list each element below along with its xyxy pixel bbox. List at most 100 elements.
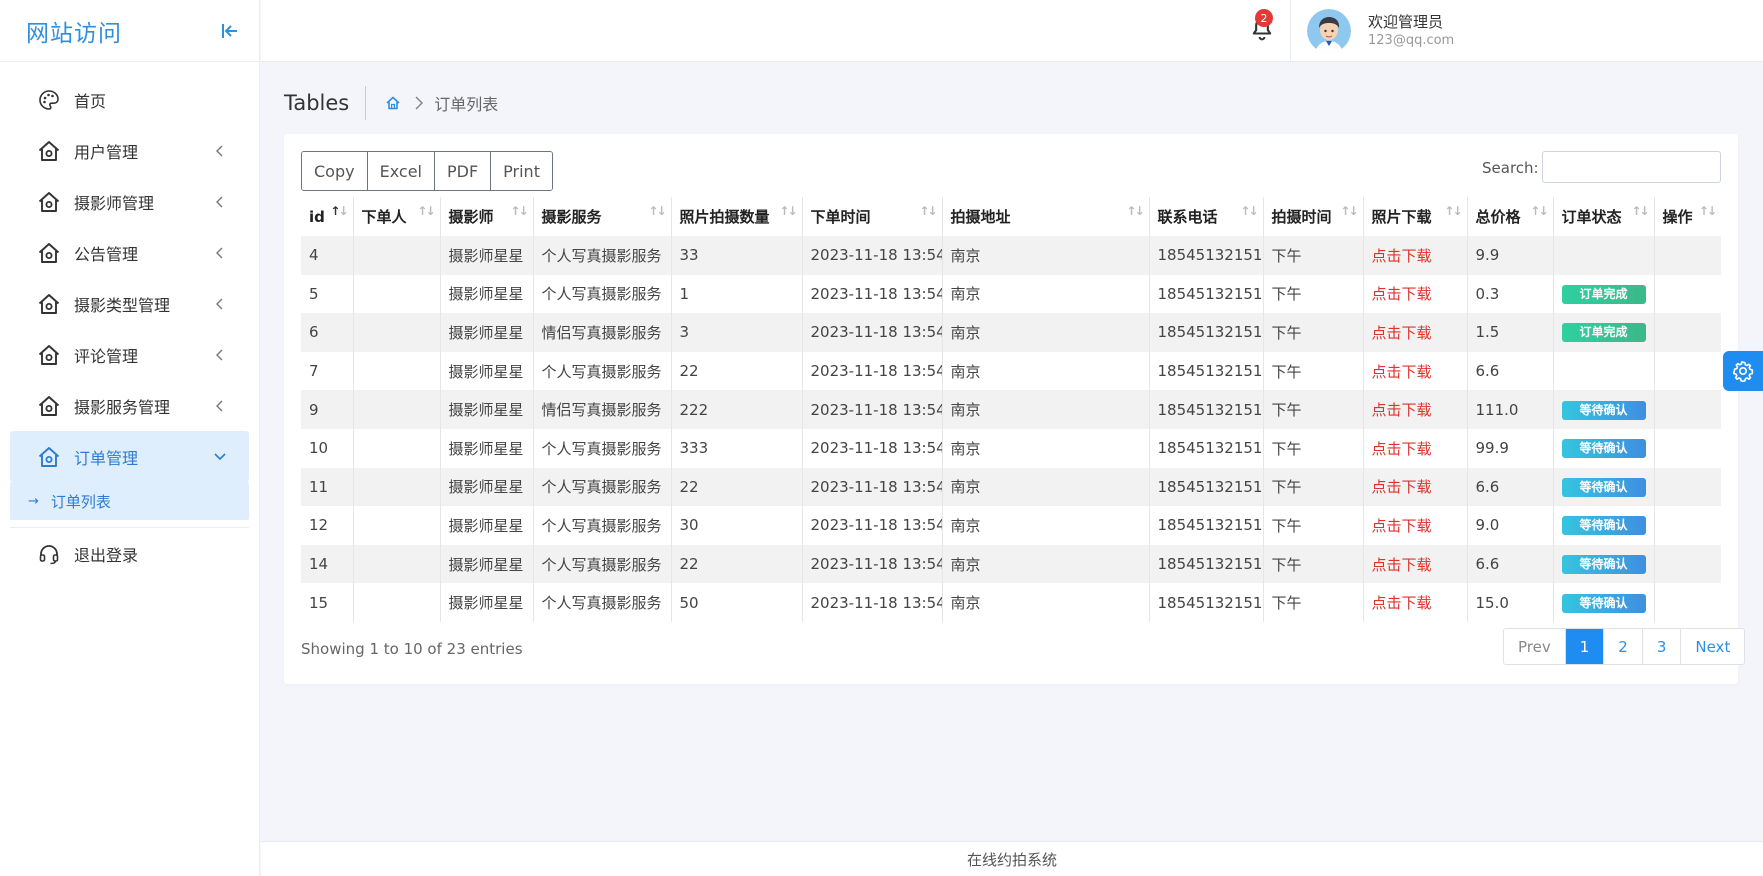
table-cell (352, 467, 440, 507)
column-header[interactable]: 拍摄地址 ↑↓ (941, 197, 1149, 236)
avatar[interactable] (1307, 9, 1351, 53)
cell-text: 10 (309, 439, 329, 458)
sort-icon[interactable]: ↑↓ (1530, 204, 1548, 218)
sort-icon[interactable]: ↑↓ (919, 204, 937, 218)
download-link[interactable]: 点击下载 (1372, 363, 1432, 381)
home-icon (36, 342, 62, 368)
sidebar-item-2[interactable]: 摄影师管理 (10, 176, 249, 227)
download-link[interactable]: 点击下载 (1372, 517, 1432, 535)
table-cell: 9 (301, 390, 353, 429)
cell-text: 个人写真摄影服务 (541, 362, 662, 381)
top-header (261, 0, 1763, 62)
table-cell: 3 (670, 313, 802, 352)
download-link[interactable]: 点击下载 (1372, 556, 1432, 574)
sidebar-item-label: 退出登录 (74, 545, 139, 565)
sidebar-item-5[interactable]: 评论管理 (10, 329, 249, 380)
print-button[interactable]: Print (491, 152, 552, 190)
sort-icon[interactable]: ↑↓ (1340, 204, 1358, 218)
cell-text: 摄影师星星 (448, 323, 524, 342)
page-button-1[interactable]: 1 (1565, 629, 1605, 664)
collapse-sidebar-icon[interactable] (219, 20, 241, 42)
sidebar-item-label: 摄影服务管理 (74, 397, 171, 417)
table-cell: 2023-11-18 13:54 (801, 544, 942, 584)
sidebar-item-7[interactable]: 订单管理 (10, 431, 249, 482)
sort-icon[interactable]: ↑↓ (1631, 204, 1649, 218)
cell-text: 1.5 (1475, 323, 1500, 342)
download-link[interactable]: 点击下载 (1372, 247, 1432, 265)
table-cell: 9.9 (1466, 236, 1553, 275)
chevron-left-icon (213, 399, 227, 413)
table-cell (1653, 506, 1721, 545)
sidebar-item-8[interactable]: 退出登录 (10, 528, 249, 579)
sort-icon[interactable]: ↑↓ (417, 204, 435, 218)
cell-text: 摄影师星星 (448, 401, 524, 420)
sort-icon[interactable]: ↑↓ (648, 204, 666, 218)
column-header[interactable]: 操作 ↑↓ (1653, 197, 1721, 236)
search-input[interactable] (1542, 151, 1721, 183)
column-header[interactable]: 拍摄时间 ↑↓ (1262, 197, 1363, 236)
page-button-3[interactable]: 3 (1642, 629, 1682, 664)
table-cell: 摄影师星星 (439, 274, 533, 314)
sort-icon[interactable]: ↑↓ (779, 204, 797, 218)
column-header[interactable]: id ↑↓ (301, 197, 353, 236)
cell-text: 12 (309, 516, 329, 535)
sort-icon[interactable]: ↑↓ (1699, 204, 1717, 218)
column-header[interactable]: 下单人 ↑↓ (352, 197, 440, 236)
submenu-item-order-list[interactable]: → 订单列表 (10, 482, 249, 520)
table-cell: 下午 (1262, 428, 1363, 468)
download-link[interactable]: 点击下载 (1372, 324, 1432, 342)
download-link[interactable]: 点击下载 (1372, 594, 1432, 612)
download-link[interactable]: 点击下载 (1372, 440, 1432, 458)
pdf-button[interactable]: PDF (434, 152, 492, 190)
cell-text: 5 (309, 284, 319, 303)
sort-icon[interactable]: ↑↓ (1240, 204, 1258, 218)
sort-icon[interactable]: ↑↓ (510, 204, 528, 218)
sort-icon[interactable]: ↑↓ (330, 204, 348, 218)
download-link[interactable]: 点击下载 (1372, 401, 1432, 419)
cell-text: 南京 (950, 516, 981, 535)
table-cell: 18545132151 (1148, 236, 1263, 275)
sidebar-item-3[interactable]: 公告管理 (10, 227, 249, 278)
download-link[interactable]: 点击下载 (1372, 285, 1432, 303)
orders-table-card: Copy Excel PDF Print Search: id ↑↓ 下单人 ↑↓ 摄影… (284, 134, 1746, 684)
sidebar-item-4[interactable]: 摄影类型管理 (10, 278, 249, 329)
column-header[interactable]: 订单状态 ↑↓ (1552, 197, 1654, 236)
column-header[interactable]: 总价格 ↑↓ (1466, 197, 1553, 236)
cell-text: 18545132151 (1157, 323, 1263, 342)
settings-gear-icon[interactable] (1723, 351, 1763, 391)
table-cell: 22 (670, 351, 802, 391)
table-cell (1653, 351, 1721, 391)
cell-text: 摄影师星星 (448, 516, 524, 535)
table-cell: 下午 (1262, 467, 1363, 507)
sidebar-item-0[interactable]: 首页 (10, 74, 249, 125)
table-cell: 摄影师星星 (439, 236, 533, 275)
download-link[interactable]: 点击下载 (1372, 478, 1432, 496)
cell-text: 下午 (1271, 246, 1302, 265)
column-header[interactable]: 联系电话 ↑↓ (1148, 197, 1263, 236)
table-header-row: id ↑↓ 下单人 ↑↓ 摄影师 ↑↓ 摄影服务 ↑↓ 照片拍摄数量 ↑↓ 下单时间 ↑↓ 拍摄地址 ↑↓… (301, 197, 1721, 236)
column-header[interactable]: 照片拍摄数量 ↑↓ (670, 197, 802, 236)
cell-text: 摄影师星星 (448, 246, 524, 265)
status-badge: 等待确认 (1561, 555, 1646, 575)
column-header[interactable]: 摄影师 ↑↓ (439, 197, 533, 236)
table-cell: 5 (301, 275, 353, 314)
brand-title[interactable]: 网站访问 (26, 14, 122, 48)
user-name[interactable]: 欢迎管理员 (1368, 11, 1443, 32)
breadcrumb-home-icon[interactable] (384, 94, 402, 112)
copy-button[interactable]: Copy (302, 152, 368, 190)
table-cell: 南京 (941, 506, 1149, 545)
cell-text: 南京 (950, 362, 981, 381)
prev-page-button[interactable]: Prev (1504, 629, 1566, 664)
chevron-left-icon (213, 195, 227, 209)
sort-icon[interactable]: ↑↓ (1126, 204, 1144, 218)
next-page-button[interactable]: Next (1681, 629, 1745, 664)
sidebar-item-1[interactable]: 用户管理 (10, 125, 249, 176)
sidebar-item-6[interactable]: 摄影服务管理 (10, 380, 249, 431)
column-header[interactable]: 下单时间 ↑↓ (801, 197, 942, 236)
cell-text: 情侣写真摄影服务 (541, 323, 662, 342)
excel-button[interactable]: Excel (367, 152, 435, 190)
sort-icon[interactable]: ↑↓ (1444, 204, 1462, 218)
column-header[interactable]: 摄影服务 ↑↓ (532, 197, 671, 236)
page-button-2[interactable]: 2 (1604, 629, 1643, 664)
column-header[interactable]: 照片下载 ↑↓ (1362, 197, 1467, 236)
